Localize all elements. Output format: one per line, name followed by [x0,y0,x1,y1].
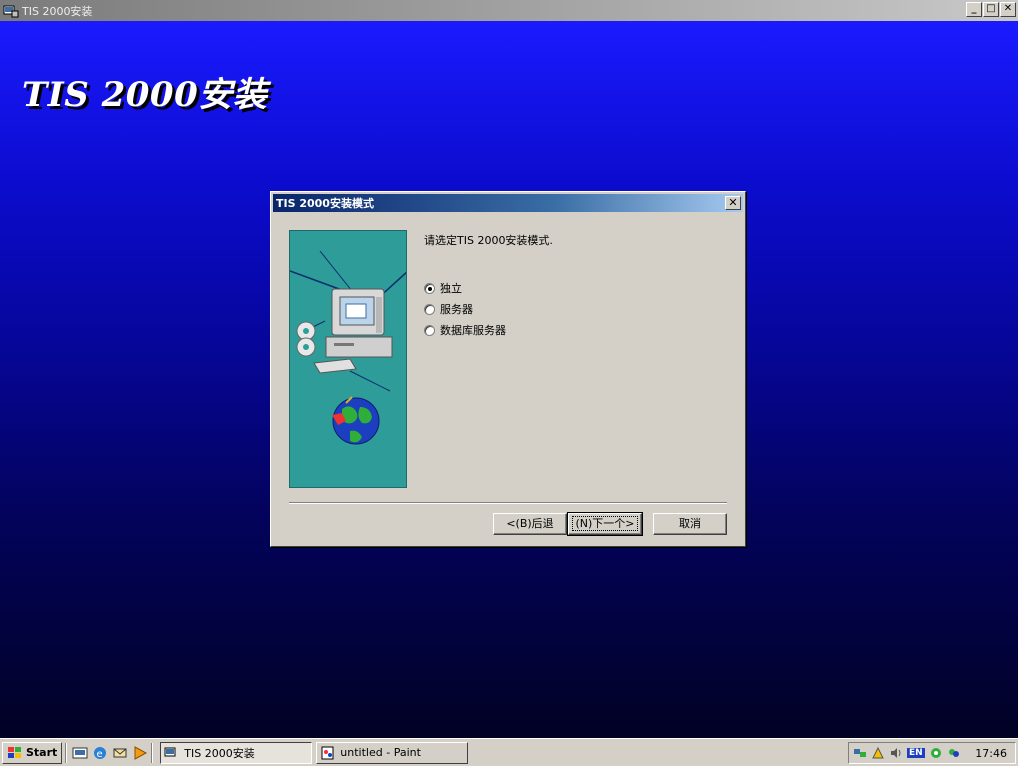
svg-text:e: e [97,749,103,760]
language-indicator[interactable]: EN [907,748,925,758]
messenger-icon[interactable] [947,746,961,760]
dialog-separator [289,502,727,504]
taskbar-separator [65,742,68,763]
close-button[interactable]: ✕ [1000,2,1016,17]
dialog-titlebar[interactable]: TIS 2000安装模式 ✕ [273,194,743,212]
show-desktop-icon[interactable] [72,745,88,761]
antivirus-icon[interactable] [929,746,943,760]
installer-artwork [289,230,407,488]
dialog-title: TIS 2000安装模式 [276,197,374,210]
installer-task-icon [164,747,176,756]
dialog-close-button[interactable]: ✕ [725,196,741,210]
radio-server[interactable] [424,303,435,315]
task-label-paint: untitled - Paint [340,746,421,759]
system-tray: EN 17:46 [848,742,1016,764]
option-standalone[interactable]: 独立 [424,280,462,296]
window-controls: _ □ ✕ [966,2,1016,17]
computer-globe-illustration [290,250,406,445]
backdrop-title: TIS 2000安装 [22,75,268,115]
option-standalone-label: 独立 [440,282,462,295]
start-label: Start [26,746,58,759]
install-mode-prompt: 请选定TIS 2000安装模式. [424,234,553,247]
maximize-button[interactable]: □ [983,2,999,17]
app-icon [3,5,19,17]
task-button-tis-install[interactable]: TIS 2000安装 [160,741,313,764]
minimize-button[interactable]: _ [966,2,982,17]
outlook-express-icon[interactable] [112,745,128,761]
back-button[interactable]: <(B)后退 [493,513,567,535]
radio-database-server[interactable] [424,324,435,336]
next-button[interactable]: (N)下一个> [567,512,643,536]
window-title: TIS 2000安装 [22,4,93,18]
scheduler-icon[interactable] [871,746,885,760]
task-label-tis-install: TIS 2000安装 [184,746,255,760]
internet-explorer-icon[interactable]: e [92,745,108,761]
option-server[interactable]: 服务器 [424,301,473,317]
install-mode-dialog: TIS 2000安装模式 ✕ 请选定TIS 2000安装模式. 独立 服务器 数… [270,191,746,547]
option-server-label: 服务器 [440,303,473,316]
option-database-server-label: 数据库服务器 [440,324,506,337]
next-button-label: (N)下一个> [572,516,638,531]
taskbar-clock: 17:46 [975,746,1007,760]
volume-icon[interactable] [889,746,903,760]
taskbar: Start e TIS 2000安装 untitled - Paint EN 1… [0,738,1018,766]
network-icon[interactable] [853,746,867,760]
radio-standalone[interactable] [424,282,435,294]
task-button-paint[interactable]: untitled - Paint [316,741,469,764]
start-button[interactable]: Start [2,741,63,764]
windows-logo-icon [8,746,21,758]
media-player-icon[interactable] [132,745,148,761]
option-database-server[interactable]: 数据库服务器 [424,322,506,338]
taskbar-separator-2 [151,742,154,763]
paint-icon [321,746,334,759]
quick-launch: e [72,745,148,761]
window-titlebar[interactable]: TIS 2000安装 _ □ ✕ [0,0,1018,21]
cancel-button[interactable]: 取消 [653,513,727,535]
